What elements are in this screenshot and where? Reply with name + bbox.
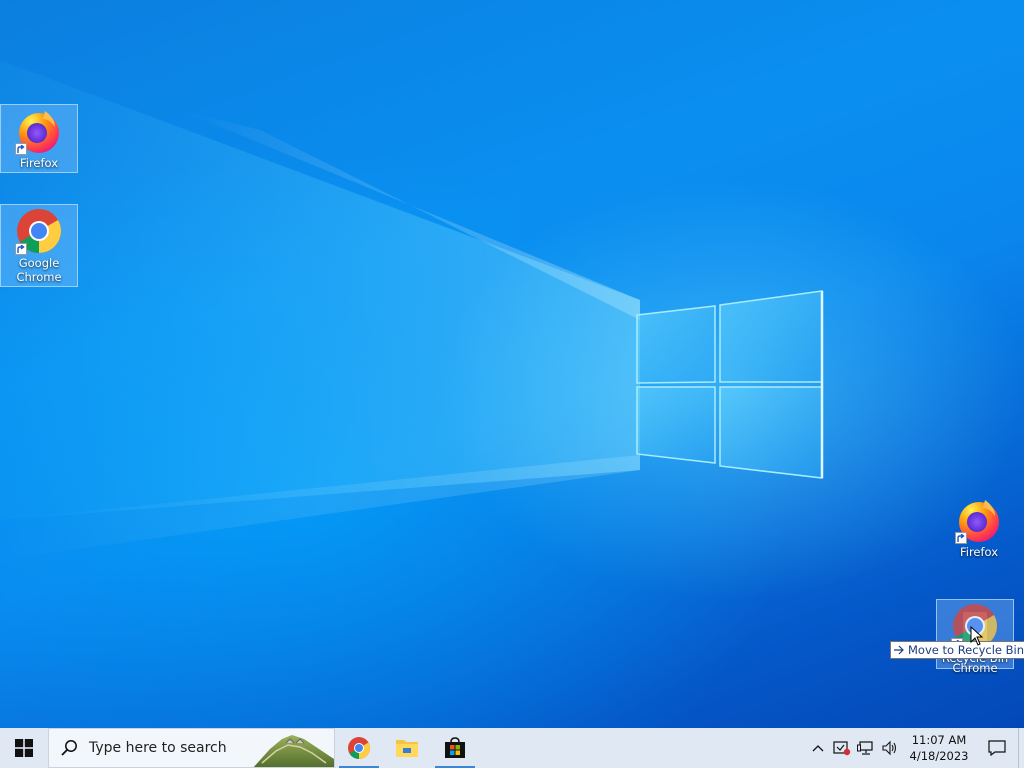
clock-time: 11:07 AM — [911, 733, 967, 747]
shortcut-arrow-icon — [955, 532, 967, 544]
volume-icon — [882, 740, 897, 756]
windows-start-icon — [15, 739, 33, 757]
desktop[interactable]: Firefox Google Chrome Firefox Chrome Mov… — [0, 0, 1024, 728]
desktop-icon-label: Google Chrome — [16, 256, 62, 284]
arrow-right-icon — [894, 645, 904, 655]
desktop-icon-firefox[interactable]: Firefox — [0, 104, 78, 173]
search-highlight-image — [253, 735, 334, 767]
mouse-cursor-icon — [970, 626, 984, 646]
taskbar: Type here to search 11:07 AM 4/18/2023 — [0, 728, 1024, 768]
desktop-icon-label: Firefox — [19, 156, 59, 170]
search-icon — [49, 739, 89, 757]
network-icon — [857, 741, 873, 755]
desktop-icon-label: Firefox — [959, 545, 999, 559]
taskbar-microsoft-store-button[interactable] — [431, 728, 479, 768]
notification-icon — [988, 740, 1006, 756]
action-center-button[interactable] — [976, 728, 1018, 768]
taskbar-search-box[interactable]: Type here to search — [48, 728, 335, 768]
desktop-icon-google-chrome[interactable]: Google Chrome — [0, 204, 78, 287]
search-placeholder: Type here to search — [89, 740, 227, 756]
show-desktop-button[interactable] — [1018, 728, 1024, 768]
drag-tooltip: Move to Recycle Bin — [890, 641, 1024, 659]
firefox-icon — [15, 107, 63, 155]
taskbar-file-explorer-button[interactable] — [383, 728, 431, 768]
file-explorer-icon — [396, 740, 418, 757]
show-hidden-icons-button[interactable] — [806, 728, 830, 768]
shortcut-arrow-icon — [15, 143, 27, 155]
dragged-chrome-label: Chrome — [952, 661, 998, 675]
shortcut-arrow-icon — [15, 243, 27, 255]
drag-tooltip-text: Move to Recycle Bin — [908, 643, 1024, 657]
chrome-icon — [15, 207, 63, 255]
windows-logo-wallpaper — [636, 290, 824, 479]
taskbar-clock[interactable]: 11:07 AM 4/18/2023 — [902, 732, 976, 764]
system-tray: 11:07 AM 4/18/2023 — [806, 728, 1024, 768]
chevron-up-icon — [812, 745, 824, 752]
desktop-icon-firefox-right[interactable]: Firefox — [940, 494, 1018, 562]
firefox-icon — [955, 496, 1003, 544]
clock-date: 4/18/2023 — [909, 749, 969, 763]
security-tray-button[interactable] — [830, 728, 854, 768]
start-button[interactable] — [0, 728, 48, 768]
network-tray-button[interactable] — [854, 728, 878, 768]
taskbar-chrome-button[interactable] — [335, 728, 383, 768]
volume-tray-button[interactable] — [878, 728, 902, 768]
chrome-icon — [348, 737, 370, 759]
microsoft-store-icon — [445, 737, 465, 758]
security-icon — [833, 741, 851, 756]
